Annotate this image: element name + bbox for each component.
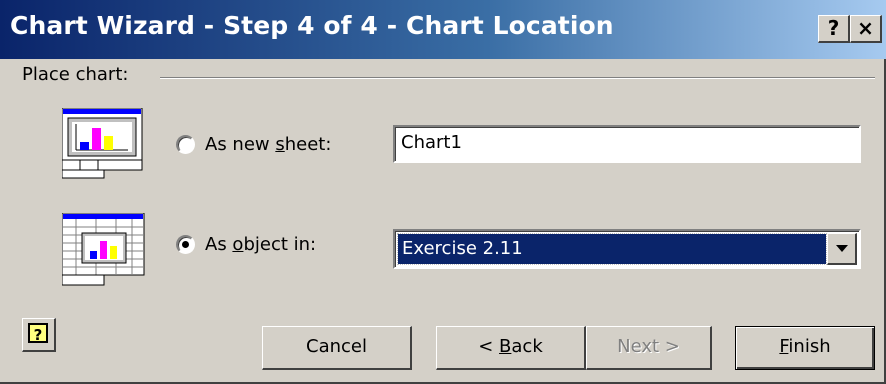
chart-sheet-icon	[61, 107, 144, 184]
group-divider	[160, 77, 875, 79]
window-title: Chart Wizard - Step 4 of 4 - Chart Locat…	[10, 11, 614, 40]
as-new-sheet-label: As new sheet:	[205, 134, 332, 155]
as-new-sheet-radio[interactable]: As new sheet:	[176, 134, 331, 155]
title-help-button[interactable]: ?	[818, 15, 850, 43]
place-chart-label: Place chart:	[22, 64, 129, 85]
help-icon: ?	[28, 323, 48, 344]
next-button[interactable]: Next >	[586, 326, 712, 370]
embedded-chart-icon	[61, 212, 146, 291]
dropdown-selected-value: Exercise 2.11	[397, 233, 827, 265]
finish-button[interactable]: Finish	[735, 326, 875, 370]
radio-button-selected[interactable]	[176, 235, 195, 254]
back-button[interactable]: < Back	[436, 326, 586, 370]
office-assistant-help-button[interactable]: ?	[22, 318, 56, 352]
dropdown-arrow-icon[interactable]	[827, 233, 857, 265]
as-object-in-radio[interactable]: As object in:	[176, 234, 316, 255]
radio-button[interactable]	[176, 135, 195, 154]
object-sheet-dropdown[interactable]: Exercise 2.11	[393, 229, 861, 269]
chart-wizard-dialog: Chart Wizard - Step 4 of 4 - Chart Locat…	[0, 0, 886, 384]
as-object-in-label: As object in:	[205, 234, 317, 255]
close-button[interactable]: ×	[850, 15, 882, 43]
new-sheet-name-input[interactable]: Chart1	[393, 125, 861, 163]
radio-selected-dot	[182, 241, 189, 248]
cancel-button[interactable]: Cancel	[262, 326, 412, 370]
title-bar[interactable]: Chart Wizard - Step 4 of 4 - Chart Locat…	[0, 0, 886, 59]
